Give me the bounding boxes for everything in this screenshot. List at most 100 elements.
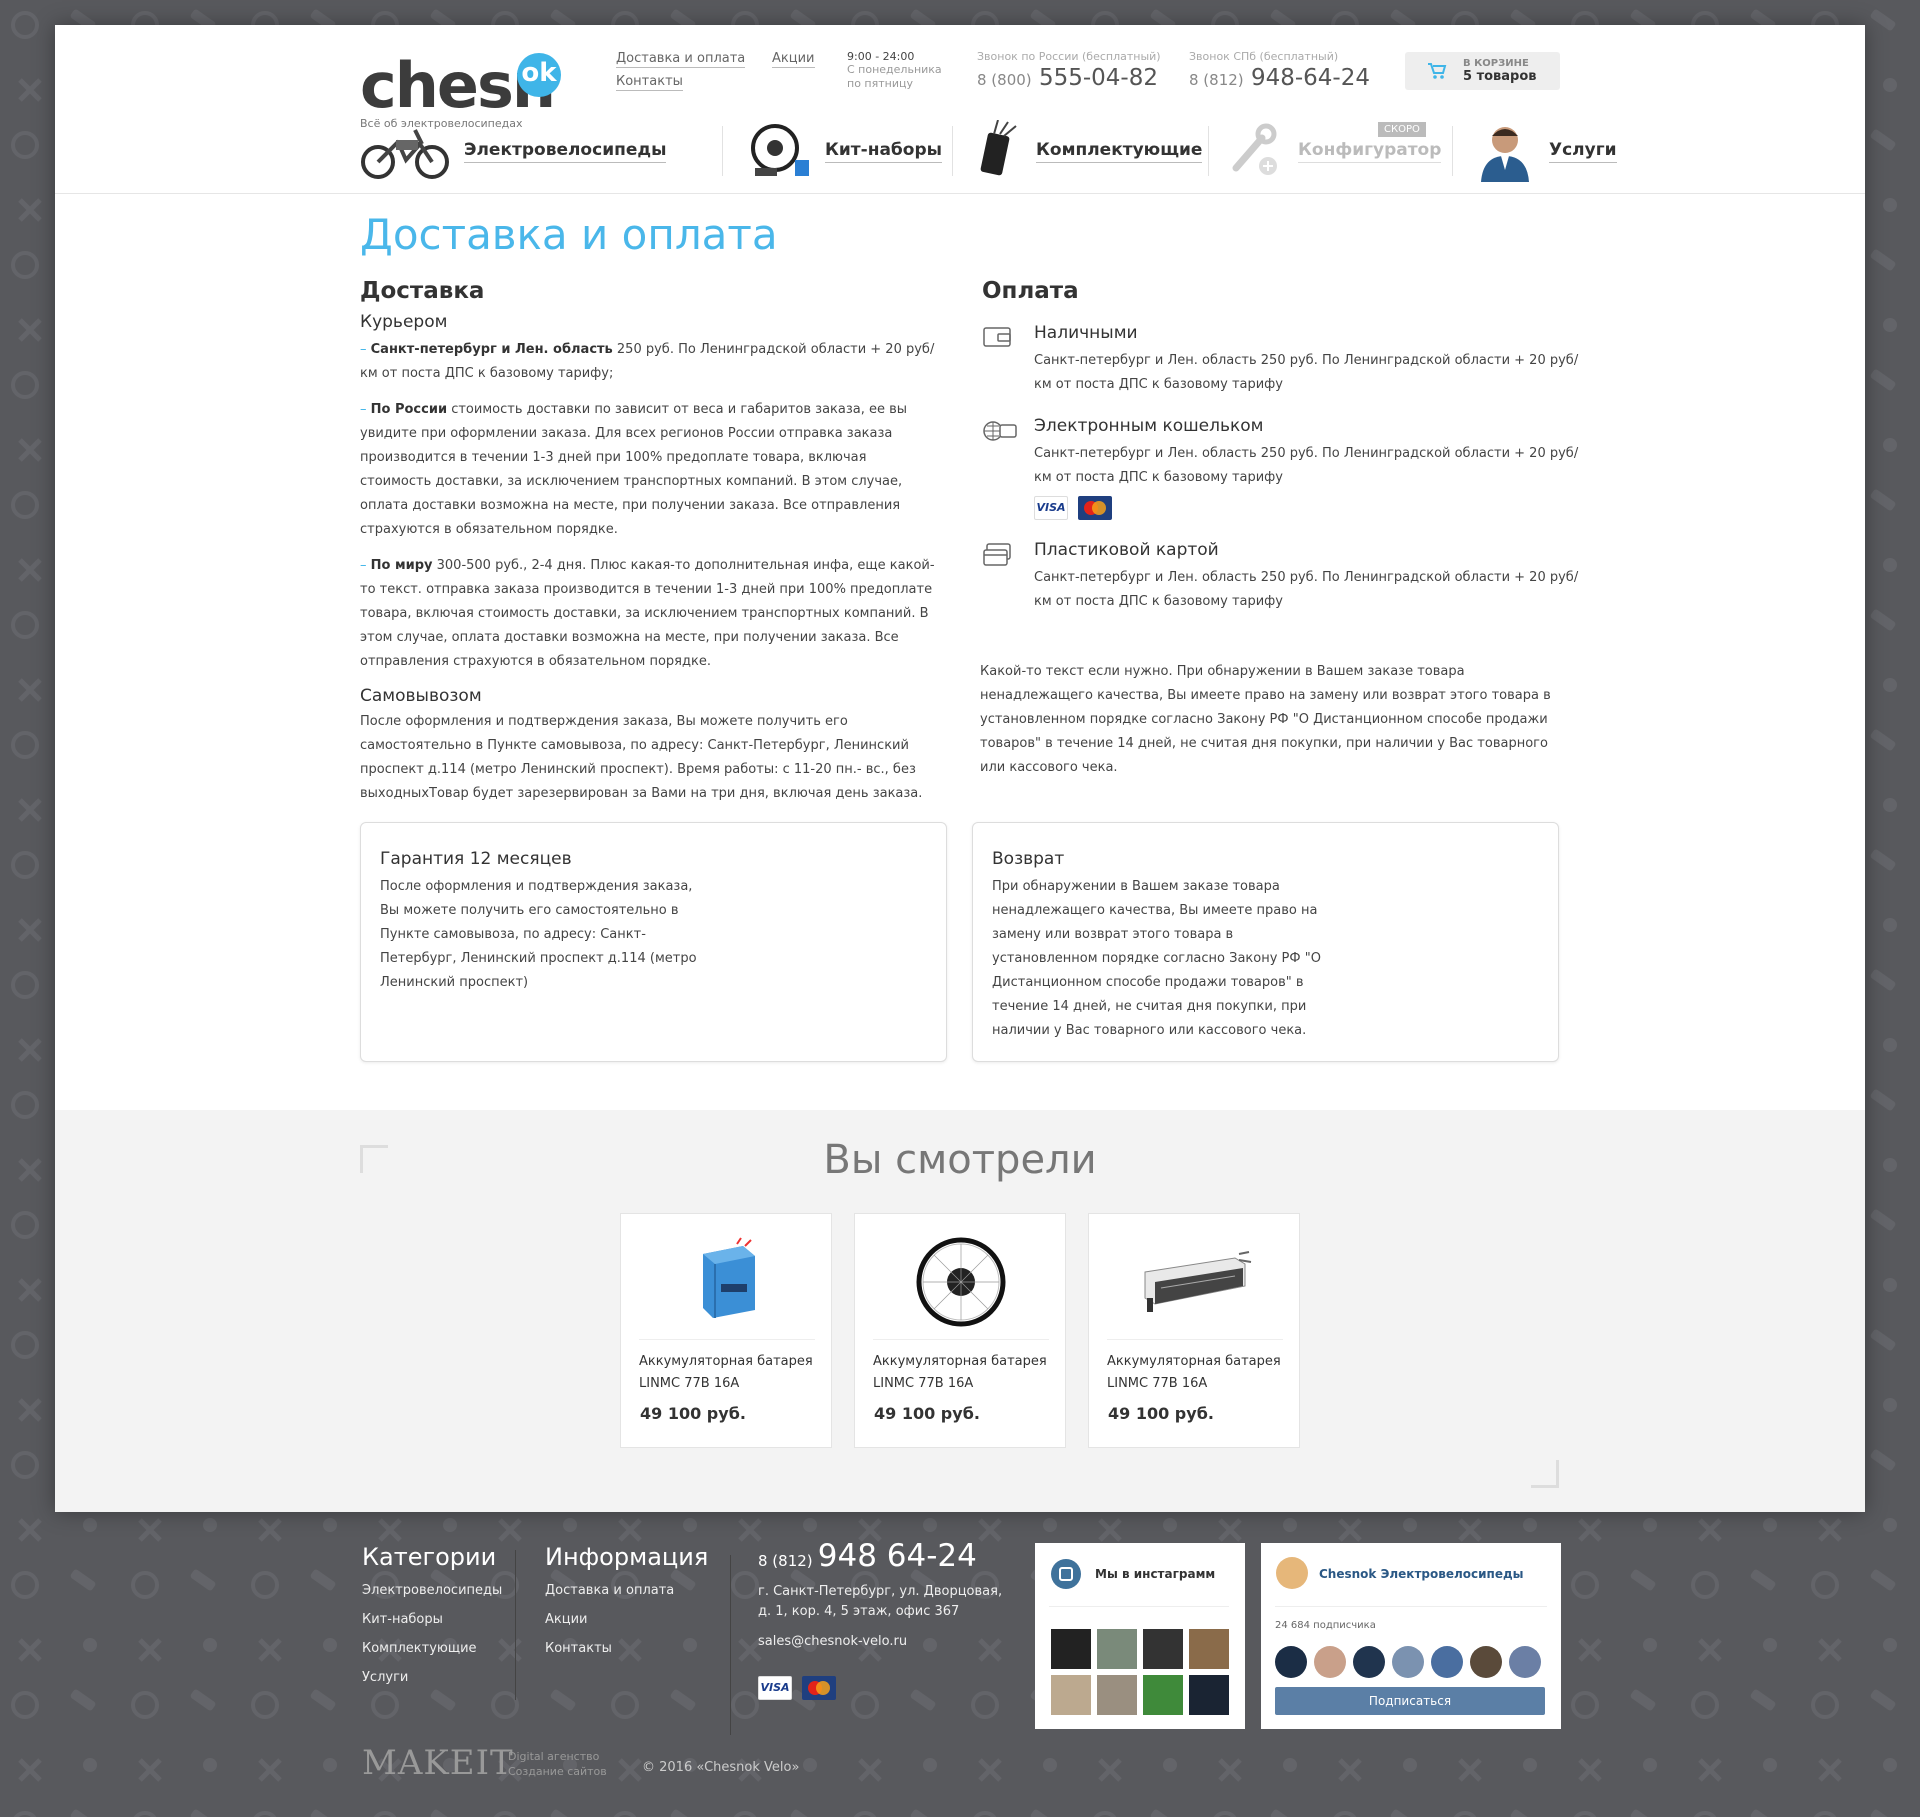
footer-link-delivery[interactable]: Доставка и оплата <box>545 1583 708 1598</box>
return-box: Возврат При обнаружении в Вашем заказе т… <box>972 822 1559 1062</box>
pickup-text: После оформления и подтверждения заказа,… <box>360 714 923 801</box>
ebike-icon <box>361 129 449 179</box>
footer-info: Информация Доставка и оплата Акции Конта… <box>545 1543 708 1656</box>
vk-member-avatar[interactable] <box>1470 1646 1502 1678</box>
vk-member-avatar[interactable] <box>1353 1646 1385 1678</box>
footer-email[interactable]: sales@chesnok-velo.ru <box>758 1634 1018 1649</box>
instagram-photo[interactable] <box>1097 1675 1137 1715</box>
product-card[interactable]: Аккумуляторная батарея LINMC 77B 16A 49 … <box>620 1213 832 1448</box>
instagram-icon[interactable] <box>1051 1559 1081 1589</box>
corner-decoration <box>1531 1460 1559 1488</box>
controller-icon <box>980 120 1017 176</box>
product-price: 49 100 руб. <box>640 1404 746 1423</box>
footer-phone-prefix: 8 (812) <box>758 1552 813 1570</box>
instagram-photo[interactable] <box>1097 1629 1137 1669</box>
pickup-heading: Самовывозом <box>360 686 482 706</box>
widget-divider <box>1049 1606 1229 1607</box>
instagram-photo[interactable] <box>1189 1675 1229 1715</box>
wallet-icon <box>983 327 1011 347</box>
vk-title[interactable]: Chesnok Электровелосипеды <box>1319 1567 1524 1581</box>
footer-link-contacts[interactable]: Контакты <box>545 1641 708 1656</box>
phone-spb-number[interactable]: 8 (812) 948-64-24 <box>1189 65 1370 91</box>
vk-avatar[interactable] <box>1276 1557 1308 1589</box>
visa-logo: VISA <box>1034 496 1068 520</box>
instagram-photo[interactable] <box>1051 1629 1091 1669</box>
page-title: Доставка и оплата <box>360 210 778 259</box>
footer-link-promos[interactable]: Акции <box>545 1612 708 1627</box>
footer-link-parts[interactable]: Комплектующие <box>362 1641 502 1656</box>
nav-item-ebikes[interactable]: Электровелосипеды <box>360 120 667 182</box>
payment-method-ewallet: Электронным кошельком Санкт-петербург и … <box>982 416 1582 520</box>
header-link-contacts[interactable]: Контакты <box>616 74 683 91</box>
product-price: 49 100 руб. <box>874 1404 980 1423</box>
kit-wheel-icon <box>751 124 809 176</box>
footer-divider <box>515 1550 516 1700</box>
product-name-line1: Аккумуляторная батарея <box>1107 1354 1281 1369</box>
phone-russia-prefix: 8 (800) <box>977 71 1032 89</box>
footer-info-heading: Информация <box>545 1543 709 1571</box>
payment-cash-title: Наличными <box>1034 323 1138 343</box>
soon-badge: СКОРО <box>1378 122 1426 137</box>
vk-member-avatar[interactable] <box>1392 1646 1424 1678</box>
vk-subscribe-button[interactable]: Подписаться <box>1275 1687 1545 1715</box>
footer-phone[interactable]: 8 (812) 948 64-24 <box>758 1538 1018 1574</box>
makeit-tagline-1: Digital агенство <box>508 1750 600 1763</box>
vk-subscribers: 24 684 подписчика <box>1275 1620 1376 1631</box>
footer-categories-heading: Категории <box>362 1543 497 1571</box>
footer-payment-logos: VISA <box>758 1676 836 1700</box>
instagram-photo[interactable] <box>1051 1675 1091 1715</box>
phone-russia-number[interactable]: 8 (800) 555-04-82 <box>977 65 1161 91</box>
instagram-photo[interactable] <box>1143 1629 1183 1669</box>
cart-label: в корзине <box>1463 58 1529 69</box>
footer-link-kits[interactable]: Кит-наборы <box>362 1612 502 1627</box>
warranty-box: Гарантия 12 месяцев После оформления и п… <box>360 822 947 1062</box>
nav-label-configurator: Конфигуратор <box>1298 140 1442 163</box>
instagram-title: Мы в инстаграмм <box>1095 1567 1216 1581</box>
footer-link-services[interactable]: Услуги <box>362 1670 502 1685</box>
footer-link-ebikes[interactable]: Электровелосипеды <box>362 1583 502 1598</box>
header-link-promos[interactable]: Акции <box>772 51 815 68</box>
globe-card-icon <box>983 421 1017 441</box>
payment-card-text: Санкт-петербург и Лен. область 250 руб. … <box>1034 570 1579 609</box>
nav-item-services[interactable]: Услуги <box>1475 120 1617 182</box>
vk-member-avatar[interactable] <box>1431 1646 1463 1678</box>
card-divider <box>1107 1339 1283 1340</box>
product-name-line2: LINMC 77B 16A <box>639 1376 740 1391</box>
nav-label-ebikes: Электровелосипеды <box>464 140 667 163</box>
makeit-logo[interactable]: MAKEIT <box>362 1743 514 1783</box>
delivery-spb-paragraph: – Санкт-петербург и Лен. область 250 руб… <box>360 342 935 381</box>
header-link-delivery[interactable]: Доставка и оплата <box>616 51 746 68</box>
payment-ewallet-title: Электронным кошельком <box>1034 416 1264 436</box>
return-text: При обнаружении в Вашем заказе товара не… <box>992 879 1321 1038</box>
person-photo-icon <box>1481 127 1529 182</box>
nav-item-kits[interactable]: Кит-наборы <box>745 120 943 182</box>
product-card[interactable]: Аккумуляторная батарея LINMC 77B 16A 49 … <box>854 1213 1066 1448</box>
card-divider <box>639 1339 815 1340</box>
nav-label-kits: Кит-наборы <box>825 140 943 163</box>
product-price: 49 100 руб. <box>1108 1404 1214 1423</box>
work-hours: 9:00 - 24:00 С понедельника по пятницу <box>847 50 942 91</box>
delivery-russia-paragraph: – По России стоимость доставки по зависи… <box>360 402 908 537</box>
battery-image <box>703 1237 755 1318</box>
visa-logo: VISA <box>758 1676 792 1700</box>
logo-ok-bubble: ok <box>517 53 561 97</box>
nav-item-parts[interactable]: Комплектующие <box>972 120 1203 182</box>
vk-member-avatar[interactable] <box>1509 1646 1541 1678</box>
viewed-section: Вы смотрели Аккумуляторная батарея LINMC… <box>55 1110 1865 1512</box>
footer-address-2: д. 1, кор. 4, 5 этаж, офис 367 <box>758 1604 960 1619</box>
cart-button[interactable]: в корзине 5 товаров <box>1405 52 1560 90</box>
product-name-line1: Аккумуляторная батарея <box>873 1354 1047 1369</box>
delivery-spb-label: Санкт-петербург и Лен. область <box>370 342 613 357</box>
vk-member-avatar[interactable] <box>1314 1646 1346 1678</box>
product-name-line1: Аккумуляторная батарея <box>639 1354 813 1369</box>
viewed-heading: Вы смотрели <box>823 1137 1097 1183</box>
return-title: Возврат <box>992 849 1065 869</box>
product-card[interactable]: Аккумуляторная батарея LINMC 77B 16A 49 … <box>1088 1213 1300 1448</box>
vk-member-avatar[interactable] <box>1275 1646 1307 1678</box>
card-divider <box>873 1339 1049 1340</box>
instagram-photo[interactable] <box>1143 1675 1183 1715</box>
instagram-photo[interactable] <box>1189 1629 1229 1669</box>
phone-spb: Звонок СПб (бесплатный) 8 (812) 948-64-2… <box>1189 50 1370 91</box>
product-name-line2: LINMC 77B 16A <box>1107 1376 1208 1391</box>
footer-address-1: г. Санкт-Петербург, ул. Дворцовая, <box>758 1584 1003 1599</box>
